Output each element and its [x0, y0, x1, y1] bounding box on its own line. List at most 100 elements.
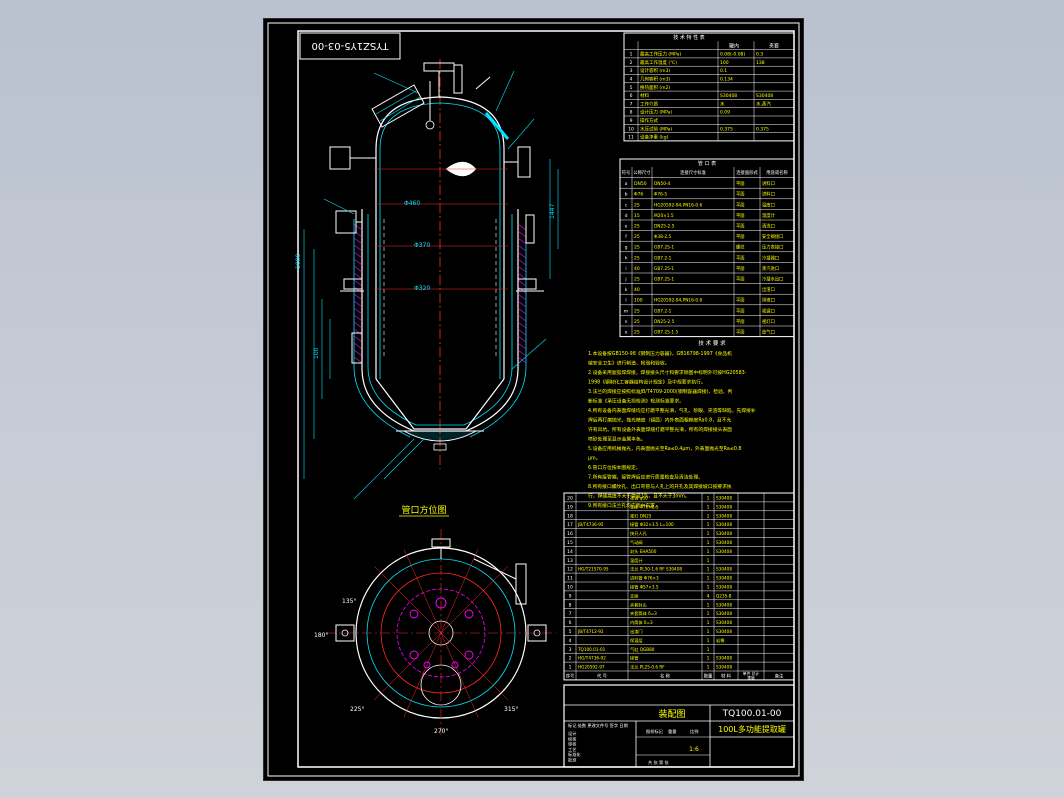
hatch-line [517, 321, 527, 329]
hatch-line [517, 251, 527, 259]
cell-symbol: m [624, 309, 628, 314]
bom-material: S30408 [716, 549, 732, 554]
doc-number-text: TYSZ1Y5-03-00 [312, 40, 390, 51]
bom-material: S30408 [716, 496, 732, 501]
cell-use: 进料口 [762, 191, 775, 198]
hatch-line [353, 328, 363, 336]
cad-viewport[interactable]: TYSZ1Y5-03-00 1000 100 Φ460 Φ370 Φ320 14… [0, 0, 1064, 798]
cell-use: 排液口 [762, 297, 775, 304]
bom-name: 视灯 DN25 [630, 512, 652, 519]
cell-face: 平面 [736, 308, 745, 314]
bom-qty: 1 [707, 513, 710, 519]
angle-label: 225° [350, 706, 364, 713]
hatch-line [517, 230, 527, 238]
angle-label: 180° [314, 632, 328, 639]
nozzle-orientation-view: 管口方位图 180° 270° 225° 315° 135° [314, 504, 556, 735]
cell-use: 出渣口 [762, 286, 775, 293]
hatch-line [353, 237, 363, 245]
cell-standard: M20×1.5 [654, 213, 674, 219]
hatch-line [353, 244, 363, 252]
bom-no: 18 [567, 513, 573, 519]
bom-name: 接管 Φ57×3.5 [630, 584, 659, 591]
technical-requirements: 技 术 要 求 1.本设备按GB150-98《钢制压力容器》，GB16798-19… [588, 339, 756, 509]
hatch-line [517, 237, 527, 245]
title-block-stage: 图样标记 [646, 728, 664, 735]
column-header: 连接面形式 [736, 169, 758, 176]
hatch-line [353, 342, 363, 350]
column-header: 公称尺寸 [633, 169, 651, 176]
hatch-line [517, 286, 527, 294]
requirement-line: 喷砂处理至显示金属本色。 [588, 436, 646, 443]
bom-no: 10 [567, 585, 573, 591]
requirement-line: 6.管口方位按本图规定。 [588, 464, 641, 471]
cell-size: 25 [634, 308, 640, 314]
cell-no: 4 [630, 77, 633, 83]
cell-use: 冷凝水出口 [762, 276, 783, 283]
bom-no: 2 [569, 656, 572, 662]
doc-number-box: TYSZ1Y5-03-00 [299, 32, 401, 60]
cell-no: 11 [628, 135, 634, 141]
cell-size: 15 [634, 213, 640, 219]
cell-use: 温度计 [762, 212, 776, 219]
bom-qty: 1 [707, 531, 710, 537]
cell-size: 25 [634, 330, 640, 336]
bom-no: 9 [569, 593, 572, 599]
title-block-sheet: 共 张 第 张 [648, 759, 670, 766]
requirement-line: 8.所有接口螺纹孔、出口弯管与人孔上的开孔及其焊接坡口按要求执 [588, 483, 732, 490]
hatch-line [353, 307, 363, 315]
hatch-line [353, 321, 363, 329]
cell-symbol: a [625, 182, 628, 187]
cell-symbol: n [625, 320, 628, 325]
drawing-sheet: TYSZ1Y5-03-00 1000 100 Φ460 Φ370 Φ320 14… [263, 18, 804, 781]
cell-standard: DN25-2.5 [654, 319, 675, 325]
bom-header: 重量 [747, 676, 755, 681]
bom-name: 气缸 QGB80 [630, 646, 655, 652]
bom-qty: 1 [707, 647, 710, 653]
bom-no: 17 [567, 522, 573, 528]
bom-no: 8 [569, 602, 572, 608]
cell-standard: Φ76-5 [654, 192, 667, 198]
bom-no: 4 [569, 638, 572, 644]
cell-size: 25 [634, 255, 640, 261]
scale-value: 1:6 [689, 746, 699, 753]
bom-no: 13 [567, 558, 573, 564]
cell-size: 40 [634, 287, 640, 293]
hatch-line [353, 314, 363, 322]
hatch-line [517, 244, 527, 252]
cell-symbol: l [625, 298, 626, 304]
hatch-line [353, 251, 363, 259]
cell-symbol: e [625, 225, 628, 230]
cell-standard: GB7.2-1 [654, 255, 672, 261]
cell-size: 40 [634, 266, 640, 272]
bom-header: 材 料 [721, 673, 732, 680]
hatch-line [353, 230, 363, 238]
bom-name: 封头 EHA500 [630, 548, 657, 555]
title-block: 装配图 TQ100.01-00 100L多功能提取罐 1:6 标记 处数 更改文… [563, 684, 795, 768]
bom-name: 进料管 Φ76×3 [630, 575, 659, 582]
cell-standard: Φ38-2.5 [654, 234, 671, 240]
bom-code: HG20592-97 [578, 665, 605, 670]
bom-qty: 1 [707, 611, 710, 617]
table-frame [563, 492, 795, 681]
cell-label: 材料 [640, 92, 649, 99]
requirements-title: 技 术 要 求 [698, 339, 726, 347]
cell-size: 25 [634, 202, 640, 208]
cell-no: 2 [630, 60, 633, 66]
bom-material: S30408 [716, 585, 732, 590]
cell-symbol: k [625, 287, 628, 293]
bom-code: HG/T21570-95 [578, 567, 609, 572]
title-block-role: 批准 [568, 757, 576, 764]
bom-header: 代 号 [597, 673, 607, 680]
bom-name: 温度计 [630, 557, 643, 564]
bom-material: S30408 [716, 620, 732, 625]
hatch-line [353, 265, 363, 273]
cell-face: 平面 [736, 213, 745, 219]
cell-standard: HG20592-94,PN16-0.6 [654, 202, 703, 208]
cell-symbol: f [625, 234, 627, 240]
cell-value: 0.1 [720, 68, 727, 74]
bom-no: 7 [569, 611, 572, 617]
bom-qty: 1 [707, 602, 710, 608]
bom-qty: 1 [707, 567, 710, 573]
nozzle-table: 管 口 表符号 公称尺寸 连接尺寸标准 连接面形式 用途或名称 a DN50 DN50-4 平面… [619, 158, 795, 338]
cell-value: 138 [756, 60, 765, 66]
